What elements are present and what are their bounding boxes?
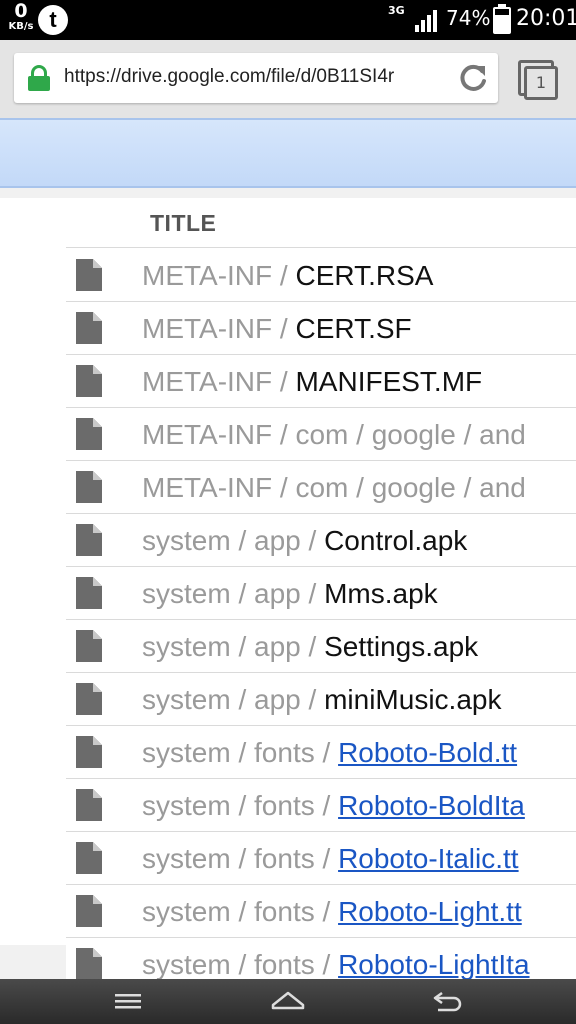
net-speed-value: 0: [14, 0, 28, 22]
page-header-band: [0, 118, 576, 188]
file-link[interactable]: Roboto-Light.tt: [338, 896, 522, 927]
file-icon: [76, 683, 102, 715]
list-item[interactable]: system / fonts / Roboto-BoldIta: [66, 779, 576, 832]
list-edge: [0, 945, 66, 979]
file-list-panel: TITLE META-INF / CERT.RSA META-INF / CERT…: [4, 198, 576, 979]
list-item[interactable]: META-INF / CERT.SF: [66, 302, 576, 355]
file-path: system / fonts /: [142, 843, 339, 874]
file-name: Settings.apk: [324, 631, 479, 662]
list-item[interactable]: system / app / Settings.apk: [66, 620, 576, 673]
tabs-icon[interactable]: 1: [518, 60, 558, 100]
battery-percent: 74%: [446, 6, 491, 30]
list-item[interactable]: META-INF / com / google / and: [66, 461, 576, 514]
lock-icon: [28, 65, 50, 91]
file-icon: [76, 895, 102, 927]
file-icon: [76, 948, 102, 979]
file-path-label: system / fonts / Roboto-Italic.tt: [142, 842, 519, 876]
file-name: Mms.apk: [324, 578, 438, 609]
list-item[interactable]: system / app / Control.apk: [66, 514, 576, 567]
file-icon: [76, 577, 102, 609]
list-item[interactable]: META-INF / MANIFEST.MF: [66, 355, 576, 408]
url-text[interactable]: https://drive.google.com/file/d/0B11SI4r: [64, 66, 448, 88]
file-name: MANIFEST.MF: [295, 366, 483, 397]
file-icon: [76, 630, 102, 662]
list-item[interactable]: system / fonts / Roboto-Italic.tt: [66, 832, 576, 885]
list-item[interactable]: system / fonts / Roboto-LightIta: [66, 938, 576, 979]
file-path-label: system / fonts / Roboto-BoldIta: [142, 789, 525, 823]
tab-count: 1: [524, 66, 558, 100]
file-icon: [76, 312, 102, 344]
file-path-label: META-INF / com / google / and: [142, 418, 526, 452]
file-path: system / app /: [142, 684, 325, 715]
file-path: META-INF /: [142, 313, 296, 344]
menu-icon[interactable]: [108, 987, 148, 1015]
file-icon: [76, 365, 102, 397]
file-path: system / fonts /: [142, 949, 339, 979]
file-list: META-INF / CERT.RSA META-INF / CERT.SF MET…: [66, 249, 576, 979]
clock: 20:01: [516, 6, 576, 31]
file-icon: [76, 471, 102, 503]
file-path: system / fonts /: [142, 896, 339, 927]
list-item[interactable]: system / app / miniMusic.apk: [66, 673, 576, 726]
status-bar: 0 KB/s t 3G 74% 20:01: [0, 0, 576, 40]
file-link[interactable]: Roboto-BoldIta: [338, 790, 525, 821]
file-path: system / app /: [142, 525, 325, 556]
file-path-label: system / app / miniMusic.apk: [142, 683, 501, 717]
reload-icon[interactable]: [456, 61, 490, 95]
file-link[interactable]: Roboto-LightIta: [338, 949, 529, 979]
list-item[interactable]: system / fonts / Roboto-Light.tt: [66, 885, 576, 938]
browser-toolbar: https://drive.google.com/file/d/0B11SI4r: [0, 40, 576, 118]
file-name: CERT.SF: [295, 313, 412, 344]
file-path: META-INF / com / google / and: [142, 419, 526, 450]
file-path: system / fonts /: [142, 737, 339, 768]
list-item[interactable]: system / app / Mms.apk: [66, 567, 576, 620]
list-item[interactable]: META-INF / com / google / and: [66, 408, 576, 461]
file-path-label: META-INF / MANIFEST.MF: [142, 365, 482, 399]
file-icon: [76, 736, 102, 768]
file-icon: [76, 524, 102, 556]
signal-icon: [415, 8, 441, 32]
address-bar[interactable]: https://drive.google.com/file/d/0B11SI4r: [14, 53, 498, 103]
file-path-label: META-INF / CERT.RSA: [142, 259, 433, 293]
file-path-label: META-INF / com / google / and: [142, 471, 526, 505]
file-path-label: system / fonts / Roboto-LightIta: [142, 948, 530, 979]
file-name: Control.apk: [324, 525, 468, 556]
file-path-label: system / app / Control.apk: [142, 524, 467, 558]
back-icon[interactable]: [428, 987, 468, 1015]
file-path: system / app /: [142, 631, 325, 662]
list-item[interactable]: META-INF / CERT.RSA: [66, 249, 576, 302]
file-link[interactable]: Roboto-Bold.tt: [338, 737, 517, 768]
network-type: 3G: [388, 4, 405, 17]
list-item[interactable]: system / fonts / Roboto-Bold.tt: [66, 726, 576, 779]
file-name: CERT.RSA: [295, 260, 434, 291]
file-path: system / fonts /: [142, 790, 339, 821]
navigation-bar: [0, 979, 576, 1024]
column-header-title[interactable]: TITLE: [150, 210, 216, 237]
app-notification-icon: t: [38, 5, 68, 35]
file-path: META-INF /: [142, 366, 296, 397]
file-path-label: system / app / Settings.apk: [142, 630, 478, 664]
header-divider: [66, 247, 576, 248]
content-gap: [0, 188, 576, 198]
file-path-label: system / app / Mms.apk: [142, 577, 438, 611]
file-path: system / app /: [142, 578, 325, 609]
net-speed-unit: KB/s: [8, 21, 34, 32]
net-speed-indicator: 0 KB/s: [4, 2, 38, 32]
home-icon[interactable]: [268, 987, 308, 1015]
file-icon: [76, 789, 102, 821]
file-link[interactable]: Roboto-Italic.tt: [338, 843, 519, 874]
file-icon: [76, 418, 102, 450]
file-path-label: META-INF / CERT.SF: [142, 312, 412, 346]
battery-icon: [493, 4, 511, 34]
file-name: miniMusic.apk: [324, 684, 502, 715]
file-path-label: system / fonts / Roboto-Bold.tt: [142, 736, 517, 770]
file-icon: [76, 259, 102, 291]
file-path: META-INF / com / google / and: [142, 472, 526, 503]
file-path: META-INF /: [142, 260, 296, 291]
file-icon: [76, 842, 102, 874]
file-path-label: system / fonts / Roboto-Light.tt: [142, 895, 522, 929]
